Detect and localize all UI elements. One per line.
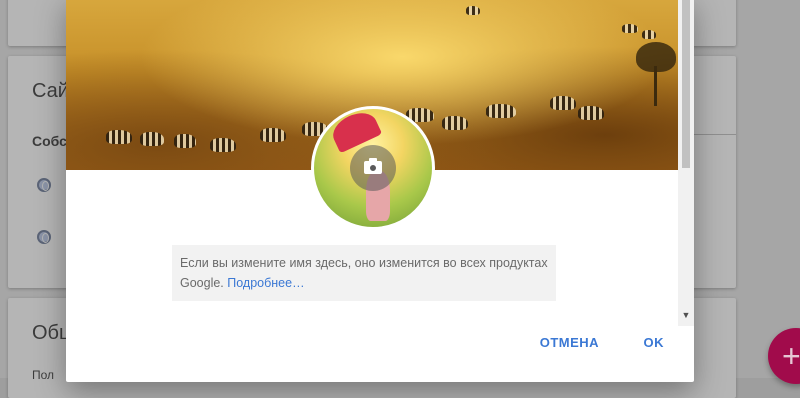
- plus-icon: +: [782, 338, 800, 374]
- background-section-title: Сай: [32, 80, 69, 102]
- camera-icon: [364, 158, 382, 174]
- scrollbar-thumb[interactable]: [682, 0, 690, 168]
- zebra-shape: [260, 128, 286, 142]
- scroll-down-arrow-icon[interactable]: ▼: [680, 309, 692, 321]
- background-section-subtitle: Пол: [32, 368, 55, 382]
- zebra-shape: [442, 116, 468, 130]
- globe-icon: [37, 178, 51, 192]
- zebra-shape: [578, 106, 604, 120]
- zebra-shape: [466, 6, 480, 15]
- zebra-shape: [642, 30, 656, 39]
- zebra-shape: [486, 104, 516, 118]
- name-change-note: Если вы измените имя здесь, оно изменитс…: [172, 245, 556, 301]
- zebra-shape: [174, 134, 196, 148]
- ok-button[interactable]: OK: [644, 335, 665, 350]
- profile-avatar[interactable]: [311, 106, 435, 230]
- cancel-button[interactable]: ОТМЕНА: [540, 335, 599, 350]
- profile-photo-dialog: ▼ Если вы измените имя здесь, оно измени…: [66, 0, 694, 382]
- zebra-shape: [210, 138, 236, 152]
- dialog-scrollbar[interactable]: ▼: [678, 0, 694, 326]
- learn-more-link[interactable]: Подробнее…: [227, 276, 304, 290]
- zebra-shape: [622, 24, 638, 33]
- background-section-subtitle: Собс: [32, 133, 67, 149]
- change-photo-button[interactable]: [350, 145, 396, 191]
- tree-trunk-shape: [654, 66, 657, 106]
- camera-lens: [369, 164, 377, 172]
- dialog-actions: ОТМЕНА OK: [500, 334, 664, 352]
- zebra-shape: [106, 130, 132, 144]
- zebra-shape: [550, 96, 576, 110]
- zebra-shape: [140, 132, 164, 146]
- globe-icon: [37, 230, 51, 244]
